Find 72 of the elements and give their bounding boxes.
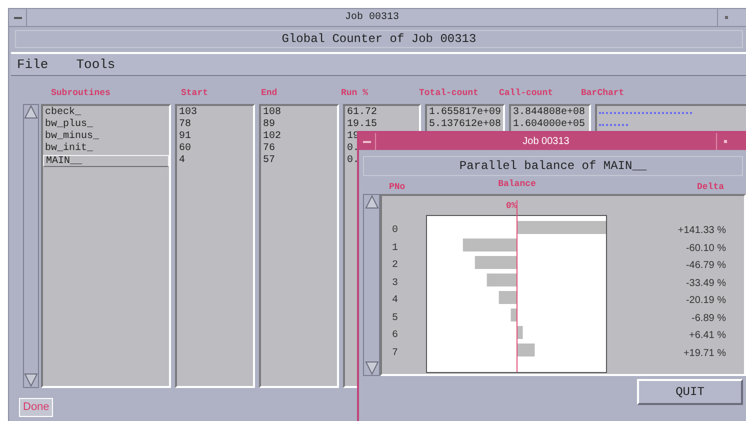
window-title: Job 00313 bbox=[344, 10, 400, 25]
subroutine-row[interactable]: bw_minus_ bbox=[43, 131, 169, 143]
delta-value: +6.41 % bbox=[689, 329, 726, 343]
subroutine-row[interactable]: MAIN__ bbox=[43, 155, 169, 167]
table-cell-text: 91 bbox=[178, 131, 192, 143]
process-number: 6 bbox=[392, 329, 400, 343]
table-cell-text: 89 bbox=[262, 119, 276, 131]
table-cell-text: 1.655817e+09 bbox=[428, 107, 502, 119]
table-cell-text: 103 bbox=[178, 107, 198, 119]
minus-icon bbox=[363, 140, 371, 142]
column-header: Run % bbox=[341, 88, 368, 98]
table-cell-text: 57 bbox=[262, 155, 276, 167]
column-header: End bbox=[261, 88, 278, 98]
column-header: Start bbox=[181, 88, 208, 98]
table-cell-text: 0. bbox=[346, 143, 360, 155]
process-number: 3 bbox=[392, 276, 400, 290]
menu-item[interactable]: File bbox=[17, 54, 48, 74]
window-subtitle: Global Counter of Job 00313 bbox=[15, 30, 743, 48]
column-header: Call-count bbox=[499, 88, 554, 98]
table-cell-text: 78 bbox=[178, 119, 192, 131]
status-label: Done bbox=[19, 398, 54, 416]
table-cell-text: 5.137612e+08 bbox=[428, 119, 502, 131]
table-cell-text: 102 bbox=[262, 131, 282, 143]
balance-bar bbox=[462, 238, 517, 252]
table-cell-text: 61.72 bbox=[346, 107, 378, 119]
process-number: 2 bbox=[392, 259, 400, 273]
column-header: Delta bbox=[697, 182, 724, 192]
minus-icon bbox=[14, 16, 22, 18]
axis-label: 0% bbox=[506, 200, 517, 212]
balance-bar bbox=[486, 274, 517, 286]
dialog-title: Job 00313 bbox=[522, 135, 570, 149]
scroll-up-icon[interactable] bbox=[364, 195, 378, 209]
table-cell-text: 19.15 bbox=[346, 119, 378, 131]
table-cell-text: 76 bbox=[262, 143, 276, 155]
column-header: PNo bbox=[389, 182, 406, 192]
scrollbar[interactable] bbox=[363, 194, 380, 376]
delta-value: +19.71 % bbox=[683, 346, 726, 360]
scrollbar[interactable] bbox=[23, 104, 39, 388]
process-number: 1 bbox=[392, 242, 400, 256]
delta-value: -46.79 % bbox=[686, 259, 726, 273]
scroll-up-icon[interactable] bbox=[24, 105, 38, 119]
delta-value: -20.19 % bbox=[686, 294, 726, 308]
table-cell-text: 1.604000e+05 bbox=[512, 119, 586, 131]
balance-bar bbox=[474, 256, 517, 269]
table-cell-text: 4 bbox=[178, 155, 186, 167]
delta-value: +141.33 % bbox=[678, 224, 726, 238]
table-cell-text: 108 bbox=[262, 107, 282, 119]
scroll-down-icon[interactable] bbox=[24, 373, 38, 387]
table-cell-text: 0. bbox=[346, 155, 360, 167]
process-number: 4 bbox=[392, 294, 400, 308]
subroutine-row[interactable]: cbeck_ bbox=[43, 107, 169, 119]
delta-value: -60.10 % bbox=[686, 242, 726, 256]
dialog-subtitle: Parallel balance of MAIN__ bbox=[363, 156, 743, 176]
column-header: Total-count bbox=[419, 88, 478, 98]
table-cell-text: 3.844808e+08 bbox=[512, 107, 586, 119]
balance-bar bbox=[498, 291, 517, 304]
delta-value: -33.49 % bbox=[686, 276, 726, 290]
balance-bar bbox=[517, 344, 535, 356]
table-cell-text: 60 bbox=[178, 143, 192, 155]
process-number: 5 bbox=[392, 312, 400, 326]
subroutine-row[interactable]: bw_plus_ bbox=[43, 119, 169, 131]
quit-button[interactable]: QUIT bbox=[637, 379, 743, 405]
column-header: BarChart bbox=[581, 88, 624, 98]
column-header: Subroutines bbox=[51, 88, 110, 98]
process-number: 0 bbox=[392, 224, 400, 238]
delta-value: -6.89 % bbox=[692, 312, 726, 326]
column-header: Balance bbox=[498, 178, 536, 192]
subroutine-row[interactable]: bw_init_ bbox=[43, 143, 169, 155]
process-number: 7 bbox=[392, 346, 400, 360]
scroll-down-icon[interactable] bbox=[364, 361, 378, 375]
menu-item[interactable]: Tools bbox=[76, 54, 116, 74]
balance-bar bbox=[517, 326, 523, 339]
